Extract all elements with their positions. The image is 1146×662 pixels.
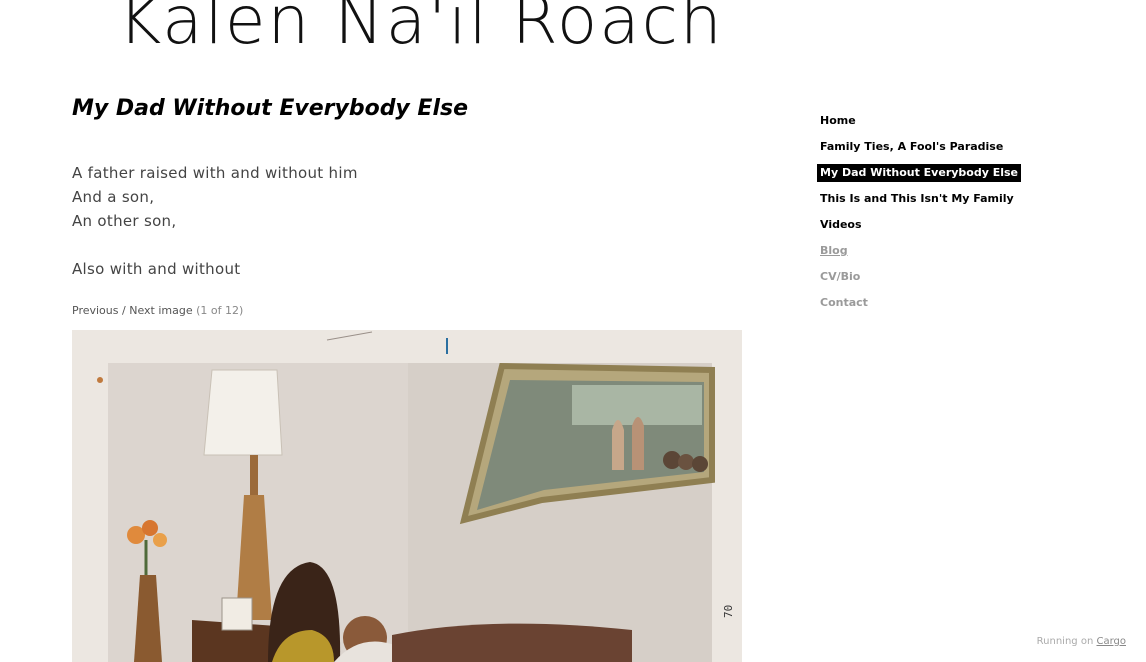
poem-line: And a son,: [72, 188, 155, 206]
poem-line: An other son,: [72, 212, 177, 230]
stanza-break: [72, 233, 358, 257]
gallery-separator: /: [122, 304, 126, 317]
site-navigation: Home Family Ties, A Fool's Paradise My D…: [817, 112, 1120, 320]
nav-item-blog[interactable]: Blog: [820, 242, 1120, 268]
previous-image-link[interactable]: Previous: [72, 304, 119, 317]
footer-prefix: Running on: [1036, 636, 1094, 647]
footer-credit: Running on Cargo: [1037, 636, 1126, 647]
nav-item-this-is[interactable]: This Is and This Isn't My Family: [820, 190, 1120, 216]
family-photo-image: 70: [72, 330, 742, 662]
next-image-link[interactable]: Next image: [129, 304, 192, 317]
photo-edge-mark: 70: [722, 605, 735, 618]
image-counter: (1 of 12): [196, 304, 244, 317]
nav-item-videos[interactable]: Videos: [820, 216, 1120, 242]
nav-item-home[interactable]: Home: [820, 112, 1120, 138]
nav-item-cv-bio[interactable]: CV/Bio: [820, 268, 1120, 294]
site-title[interactable]: Kalen Na'il Roach: [118, 0, 724, 54]
page-title: My Dad Without Everybody Else: [72, 96, 469, 121]
poem-text: A father raised with and without him And…: [72, 161, 358, 281]
cargo-link[interactable]: Cargo: [1096, 636, 1126, 647]
nav-item-my-dad[interactable]: My Dad Without Everybody Else: [817, 164, 1120, 190]
poem-line: Also with and without: [72, 260, 241, 278]
gallery-photo[interactable]: 70: [72, 330, 742, 662]
nav-item-contact[interactable]: Contact: [820, 294, 1120, 320]
nav-item-family-ties[interactable]: Family Ties, A Fool's Paradise: [820, 138, 1120, 164]
poem-line: A father raised with and without him: [72, 164, 358, 182]
gallery-navigation: Previous / Next image (1 of 12): [72, 304, 243, 317]
